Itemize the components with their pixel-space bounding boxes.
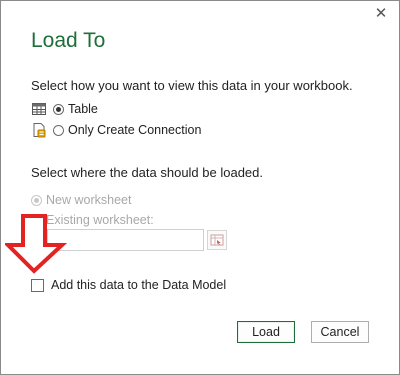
radio-new-worksheet[interactable] — [31, 194, 42, 206]
view-prompt: Select how you want to view this data in… — [31, 78, 353, 93]
close-icon[interactable]: ✕ — [373, 6, 389, 22]
load-to-dialog: ✕ Load To Select how you want to view th… — [0, 0, 400, 375]
data-model-checkbox-row[interactable]: Add this data to the Data Model — [31, 278, 226, 292]
location-prompt: Select where the data should be loaded. — [31, 165, 264, 180]
location-option-new-worksheet[interactable]: New worksheet — [31, 193, 131, 207]
table-icon — [31, 101, 47, 117]
location-option-new-worksheet-label: New worksheet — [46, 193, 132, 207]
data-model-checkbox[interactable] — [31, 278, 44, 292]
radio-table[interactable] — [53, 103, 64, 115]
range-input[interactable] — [47, 229, 204, 251]
load-button[interactable]: Load — [237, 321, 295, 343]
data-model-checkbox-label: Add this data to the Data Model — [51, 278, 227, 292]
view-option-table[interactable]: Table — [31, 101, 98, 117]
connection-icon — [31, 122, 47, 138]
range-select-icon — [210, 234, 224, 246]
dialog-title: Load To — [31, 29, 106, 52]
annotation-arrow-icon — [5, 214, 67, 274]
view-option-connection-label: Only Create Connection — [68, 123, 202, 137]
view-option-connection[interactable]: Only Create Connection — [31, 122, 201, 138]
cancel-button[interactable]: Cancel — [311, 321, 369, 343]
radio-only-create-connection[interactable] — [53, 124, 64, 136]
view-option-table-label: Table — [68, 102, 98, 116]
range-select-button[interactable] — [207, 230, 227, 250]
